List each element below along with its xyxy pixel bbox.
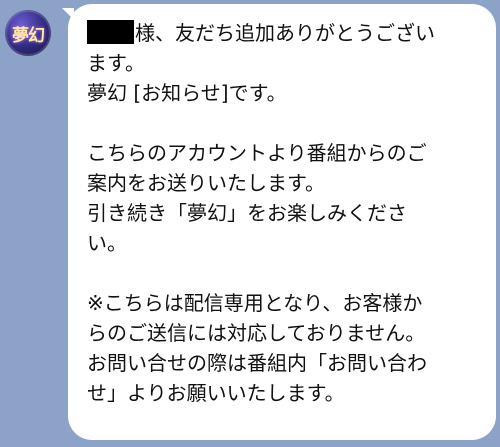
redacted-username bbox=[87, 20, 134, 44]
message-line-10: ※こちらは配信専用となり、お客様か bbox=[87, 291, 423, 315]
message-bubble[interactable]: 様、友だち追加ありがとうござい ます。 夢幻 [お知らせ]です。 こちらのアカウ… bbox=[68, 4, 496, 440]
sender-avatar[interactable]: 夢幻 bbox=[5, 10, 51, 56]
greeting-text: 様、友だち追加ありがとうござい bbox=[135, 21, 435, 45]
message-line-3: 夢幻 [お知らせ]です。 bbox=[87, 81, 287, 105]
message-line-2: ます。 bbox=[87, 51, 145, 75]
message-line-12: お問い合せの際は番組内「お問い合わ bbox=[87, 351, 427, 375]
message-line-13: せ」よりお願いいたします。 bbox=[87, 381, 345, 405]
avatar-logo-text: 夢幻 bbox=[12, 25, 45, 46]
message-line-11: らのご送信には対応しておりません。 bbox=[87, 321, 426, 345]
message-line-5: こちらのアカウントより番組からのご bbox=[87, 141, 427, 165]
message-line-7: 引き続き「夢幻」をお楽しみくださ bbox=[87, 201, 407, 225]
message-line-8: い。 bbox=[87, 231, 127, 255]
message-line-6: 案内をお送りいたします。 bbox=[87, 171, 325, 195]
message-line-1: 様、友だち追加ありがとうござい bbox=[87, 18, 486, 48]
